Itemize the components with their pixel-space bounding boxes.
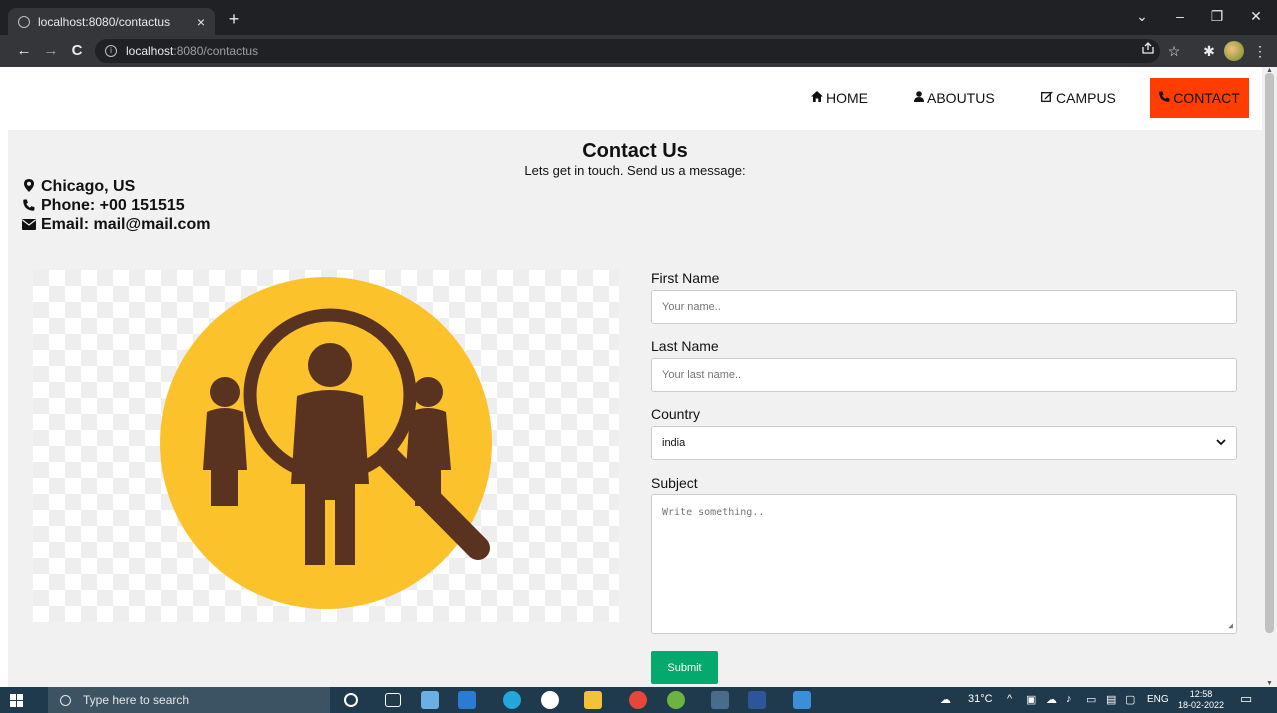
- chevron-down-icon: [1216, 438, 1226, 449]
- phone-text: Phone: +00 151515: [41, 197, 185, 214]
- email-text: Email: mail@mail.com: [41, 216, 211, 233]
- edge-browser-icon[interactable]: [503, 691, 521, 709]
- word-app-icon[interactable]: [748, 691, 766, 709]
- remote-desktop-icon[interactable]: [711, 691, 729, 709]
- location-line: Chicago, US: [22, 178, 135, 196]
- country-select[interactable]: india: [651, 426, 1237, 460]
- user-icon: [914, 91, 924, 105]
- mail-app-icon[interactable]: [458, 691, 476, 709]
- first-name-input[interactable]: Your name..: [651, 290, 1237, 324]
- chrome-browser-icon[interactable]: [629, 691, 647, 709]
- language-indicator[interactable]: ENG: [1147, 694, 1169, 705]
- country-label: Country: [651, 406, 701, 422]
- nav-home-link[interactable]: HOME: [811, 78, 868, 118]
- battery-icon[interactable]: ▭: [1086, 693, 1096, 706]
- reload-button[interactable]: C: [67, 43, 87, 59]
- snip-app-icon[interactable]: [793, 691, 811, 709]
- home-icon: [811, 91, 823, 105]
- profile-icon[interactable]: [1224, 41, 1244, 61]
- phone-icon: [1159, 91, 1170, 105]
- volume-icon[interactable]: ♪: [1066, 693, 1072, 705]
- tab-title: localhost:8080/contactus: [38, 14, 171, 29]
- last-name-placeholder: Your last name..: [662, 369, 742, 381]
- clock-date: 18-02-2022: [1178, 700, 1225, 710]
- nav-home-label: HOME: [826, 90, 868, 106]
- weather-text[interactable]: 31°C: [968, 693, 993, 705]
- site-info-icon[interactable]: i: [105, 45, 117, 57]
- country-value: india: [662, 437, 686, 449]
- edit-icon: [1041, 91, 1053, 105]
- url-host: localhost: [126, 44, 174, 58]
- task-view-icon[interactable]: [385, 693, 401, 707]
- contact-illustration: [33, 270, 619, 622]
- notification-action-icon[interactable]: ▢: [1125, 693, 1135, 706]
- nav-aboutus-link[interactable]: ABOUTUS: [914, 78, 995, 118]
- first-name-label: First Name: [651, 270, 720, 286]
- phone-icon: [22, 199, 36, 214]
- clock[interactable]: 12:58 18-02-2022: [1178, 689, 1224, 711]
- email-line: Email: mail@mail.com: [22, 216, 210, 234]
- menu-icon[interactable]: ⋮: [1250, 43, 1270, 59]
- chevron-up-icon[interactable]: ^: [1007, 693, 1012, 705]
- cortana-icon[interactable]: [344, 693, 358, 707]
- minimize-button[interactable]: –: [1166, 8, 1194, 24]
- last-name-input[interactable]: Your last name..: [651, 358, 1237, 392]
- new-tab-button[interactable]: +: [222, 8, 246, 32]
- windows-start-icon[interactable]: [10, 694, 23, 707]
- map-marker-icon: [22, 179, 36, 195]
- spring-tool-icon[interactable]: [667, 691, 685, 709]
- page-viewport: HOME ABOUTUS CAMPUS CONTACT Contact Us L…: [0, 67, 1262, 687]
- restore-button[interactable]: ❐: [1203, 8, 1231, 25]
- share-icon[interactable]: [1138, 41, 1158, 58]
- taskbar-search-box[interactable]: Type here to search: [48, 687, 330, 713]
- extensions-icon[interactable]: ✱: [1199, 43, 1219, 59]
- clock-time: 12:58: [1189, 689, 1213, 699]
- location-text: Chicago, US: [41, 178, 136, 195]
- page-title: Contact Us: [582, 140, 688, 162]
- onedrive-icon[interactable]: ☁: [1046, 693, 1057, 706]
- taskbar: Type here to search ☁ 31°C ^ ▣ ☁ ♪ ▭ ▤ ▢…: [0, 687, 1277, 713]
- last-name-label: Last Name: [651, 338, 719, 354]
- nav-contact-link[interactable]: CONTACT: [1150, 78, 1249, 118]
- tray-app-icon[interactable]: ▣: [1026, 693, 1036, 706]
- forward-button[interactable]: →: [41, 43, 61, 59]
- subject-placeholder: Write something..: [662, 507, 765, 518]
- subject-textarea[interactable]: Write something.. ◢: [651, 494, 1237, 634]
- notification-center-icon[interactable]: ▭: [1240, 691, 1252, 707]
- photos-app-icon[interactable]: [421, 691, 439, 709]
- tab-search-button[interactable]: ⌄: [1128, 8, 1156, 25]
- scroll-down-icon[interactable]: ▼: [1266, 680, 1273, 687]
- address-bar[interactable]: i localhost:8080/contactus: [95, 39, 1160, 63]
- nav-contact-label: CONTACT: [1173, 90, 1240, 106]
- scrollbar-thumb[interactable]: [1265, 73, 1274, 633]
- dell-app-icon[interactable]: [541, 691, 559, 709]
- nav-campus-label: CAMPUS: [1056, 90, 1116, 106]
- contact-section: Contact Us Lets get in touch. Send us a …: [8, 130, 1262, 687]
- subject-label: Subject: [651, 475, 698, 491]
- file-explorer-icon[interactable]: [584, 691, 602, 709]
- taskbar-search-placeholder: Type here to search: [83, 693, 190, 707]
- first-name-placeholder: Your name..: [662, 301, 721, 313]
- page-subtitle: Lets get in touch. Send us a message:: [524, 163, 746, 178]
- browser-tab-bar: localhost:8080/contactus × + ⌄ – ❐ ✕: [0, 0, 1277, 35]
- page-scrollbar[interactable]: ▲ ▼: [1262, 67, 1277, 687]
- search-icon: [60, 694, 71, 706]
- back-button[interactable]: ←: [14, 43, 34, 59]
- network-icon[interactable]: ▤: [1106, 693, 1116, 706]
- nav-campus-link[interactable]: CAMPUS: [1041, 78, 1116, 118]
- browser-tab[interactable]: localhost:8080/contactus ×: [8, 8, 215, 35]
- url-path: :8080/contactus: [173, 44, 259, 58]
- tab-close-button[interactable]: ×: [197, 14, 205, 30]
- browser-toolbar: ← → C i localhost:8080/contactus ☆ ✱ ⋮: [0, 35, 1277, 67]
- close-window-button[interactable]: ✕: [1242, 8, 1270, 25]
- weather-icon[interactable]: ☁: [940, 693, 951, 706]
- submit-button[interactable]: Submit: [651, 651, 718, 684]
- resize-handle-icon[interactable]: ◢: [1228, 621, 1233, 630]
- globe-icon: [18, 15, 30, 28]
- phone-line: Phone: +00 151515: [22, 197, 185, 215]
- star-icon[interactable]: ☆: [1164, 43, 1184, 59]
- nav-aboutus-label: ABOUTUS: [927, 90, 995, 106]
- envelope-icon: [22, 218, 36, 233]
